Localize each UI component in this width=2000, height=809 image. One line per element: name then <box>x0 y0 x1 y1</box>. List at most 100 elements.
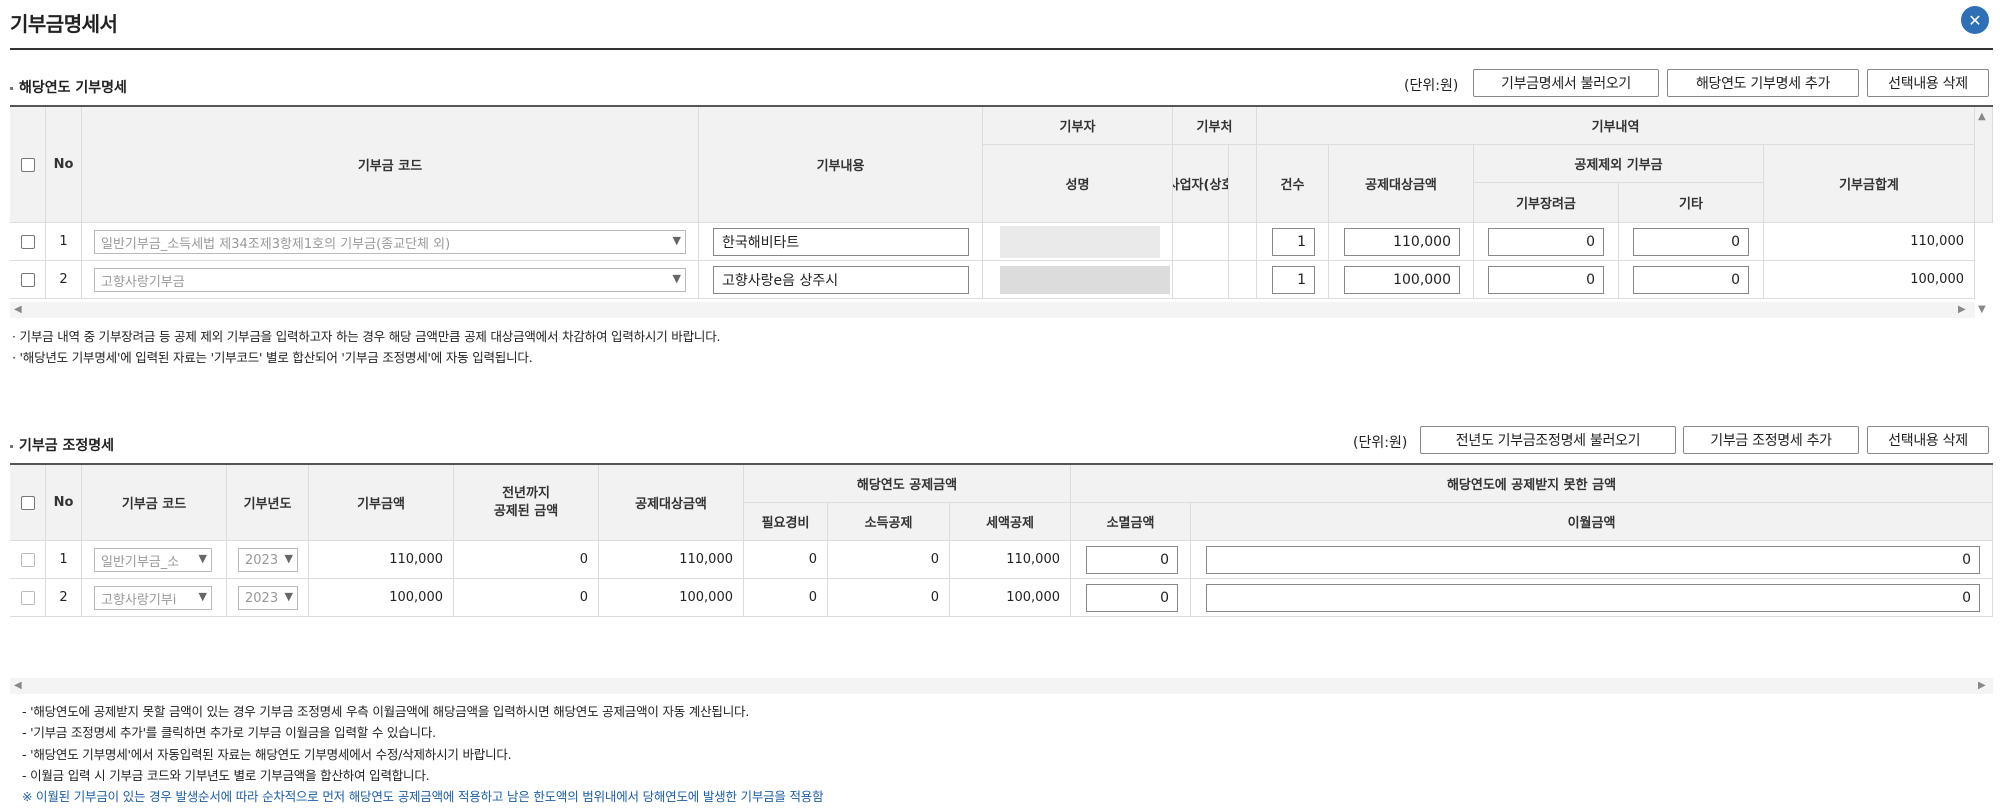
col-scholarship: 기부장려금 <box>1474 183 1619 223</box>
col-content: 기부내용 <box>699 107 983 223</box>
col-code: 기부금 코드 <box>82 465 227 541</box>
row-income: 0 <box>828 579 950 617</box>
scroll-left-icon[interactable]: ◀ <box>14 680 22 691</box>
select-all-checkbox-cell[interactable] <box>10 465 46 541</box>
carry-forward-input[interactable]: 0 <box>1206 546 1980 574</box>
row-no: 2 <box>46 579 82 617</box>
scroll-left-icon[interactable]: ◀ <box>14 304 22 315</box>
delete-selected-button[interactable]: 선택내용 삭제 <box>1867 426 1989 454</box>
other-input[interactable]: 0 <box>1633 266 1749 294</box>
scroll-down-icon[interactable]: ▼ <box>1978 304 1986 315</box>
load-prior-year-adjustment-button[interactable]: 전년도 기부금조정명세 불러오기 <box>1420 426 1676 454</box>
row-no: 2 <box>46 261 82 299</box>
scholarship-input[interactable]: 0 <box>1488 266 1604 294</box>
scroll-gutter <box>1975 107 1993 223</box>
col-not-deducted: 해당연도에 공제받지 못한 금액 <box>1071 465 1993 503</box>
col-other: 기타 <box>1619 183 1764 223</box>
col-carry-forward: 이월금액 <box>1191 503 1993 541</box>
col-year: 기부년도 <box>227 465 309 541</box>
section2-title: 기부금 조정명세 <box>10 435 114 455</box>
col-count: 건수 <box>1257 145 1329 223</box>
scroll-up-icon[interactable]: ▲ <box>1978 111 1986 122</box>
row1-checkbox-cell[interactable] <box>10 541 46 579</box>
row-bizno2-cell <box>1229 223 1257 261</box>
deductible-amount-input[interactable]: 110,000 <box>1344 228 1460 256</box>
donation-year-select[interactable]: 2023 ▼ <box>238 586 298 610</box>
page-title: 기부금명세서 <box>10 12 118 36</box>
row1-checkbox-cell[interactable] <box>10 223 46 261</box>
col-extinct: 소멸금액 <box>1071 503 1191 541</box>
row-prior: 0 <box>454 541 599 579</box>
section1-note: · 기부금 내역 중 기부장려금 등 공제 제외 기부금을 입력하고자 하는 경… <box>12 329 721 344</box>
row-bizno-cell <box>1173 261 1229 299</box>
select-all-checkbox[interactable] <box>20 157 35 172</box>
col-donor: 기부자 <box>983 107 1173 145</box>
donation-content-input[interactable]: 한국해비타트 <box>713 228 969 256</box>
row-amount: 100,000 <box>309 579 454 617</box>
col-total: 기부금합계 <box>1764 145 1975 223</box>
donation-year-select[interactable]: 2023 ▼ <box>238 548 298 572</box>
col-amount: 기부금액 <box>309 465 454 541</box>
col-no: No <box>46 107 82 223</box>
chevron-down-icon: ▼ <box>198 552 207 565</box>
donation-code-select[interactable]: 고향사랑기부i ▼ <box>94 586 212 610</box>
donation-content-input[interactable]: 고향사랑e음 상주시 <box>713 266 969 294</box>
row-checkbox[interactable] <box>20 234 35 249</box>
deductible-amount-input[interactable]: 100,000 <box>1344 266 1460 294</box>
donation-code-select[interactable]: 고향사랑기부금 ▼ <box>94 268 686 292</box>
row-checkbox[interactable] <box>20 552 35 567</box>
row-checkbox[interactable] <box>20 272 35 287</box>
col-current-deduction: 해당연도 공제금액 <box>744 465 1071 503</box>
delete-selected-button[interactable]: 선택내용 삭제 <box>1867 69 1989 97</box>
close-icon[interactable]: ✕ <box>1961 6 1989 34</box>
chevron-down-icon: ▼ <box>284 552 293 565</box>
row-expense: 0 <box>744 541 828 579</box>
col-excluded: 공제제외 기부금 <box>1474 145 1764 183</box>
donation-code-select[interactable]: 일반기부금_소 ▼ <box>94 548 212 572</box>
load-donation-statement-button[interactable]: 기부금명세서 불러오기 <box>1473 69 1659 97</box>
col-prior-deducted: 전년까지 공제된 금액 <box>454 465 599 541</box>
donation-code-select[interactable]: 일반기부금_소득세법 제34조제3항제1호의 기부금(종교단체 외) ▼ <box>94 230 686 254</box>
row-amount: 110,000 <box>309 541 454 579</box>
scroll-right-icon[interactable]: ▶ <box>1958 304 1966 315</box>
section2-unit: (단위:원) <box>1353 435 1408 451</box>
select-all-checkbox-cell[interactable] <box>10 107 46 223</box>
row-checkbox[interactable] <box>20 590 35 605</box>
carryover-rule-note: ※ 이월된 기부금이 있는 경우 발생순서에 따라 순차적으로 먼저 해당연도 … <box>22 789 824 804</box>
row-expense: 0 <box>744 579 828 617</box>
select-all-checkbox[interactable] <box>20 495 35 510</box>
row-no: 1 <box>46 223 82 261</box>
horizontal-scrollbar[interactable] <box>10 678 1993 694</box>
row-no: 1 <box>46 541 82 579</box>
count-input[interactable]: 1 <box>1272 228 1315 256</box>
chevron-down-icon: ▼ <box>284 590 293 603</box>
add-adjustment-button[interactable]: 기부금 조정명세 추가 <box>1683 426 1859 454</box>
section1-note: · '해당년도 기부명세'에 입력된 자료는 '기부코드' 별로 합산되어 '기… <box>12 350 533 365</box>
col-income-deduction: 소득공제 <box>828 503 950 541</box>
col-deductible: 공제대상금액 <box>599 465 744 541</box>
row-bizno2-cell <box>1229 261 1257 299</box>
add-current-year-donation-button[interactable]: 해당연도 기부명세 추가 <box>1667 69 1859 97</box>
scroll-right-icon[interactable]: ▶ <box>1978 680 1986 691</box>
col-recipient: 기부처 <box>1173 107 1257 145</box>
col-code: 기부금 코드 <box>82 107 699 223</box>
row2-checkbox-cell[interactable] <box>10 261 46 299</box>
row-total: 110,000 <box>1764 223 1975 261</box>
horizontal-scrollbar[interactable] <box>10 302 1975 318</box>
count-input[interactable]: 1 <box>1272 266 1315 294</box>
chevron-down-icon: ▼ <box>198 590 207 603</box>
row2-checkbox-cell[interactable] <box>10 579 46 617</box>
scholarship-input[interactable]: 0 <box>1488 228 1604 256</box>
extinct-amount-input[interactable]: 0 <box>1086 584 1178 612</box>
redacted-name <box>1000 266 1170 294</box>
chevron-down-icon: ▼ <box>672 234 681 247</box>
section1-title: 해당연도 기부명세 <box>10 77 127 97</box>
row-tax: 110,000 <box>950 541 1071 579</box>
other-input[interactable]: 0 <box>1633 228 1749 256</box>
section2-note: - '해당연도에 공제받지 못할 금액이 있는 경우 기부금 조정명세 우측 이… <box>22 704 750 719</box>
col-bizno-2 <box>1229 145 1257 223</box>
chevron-down-icon: ▼ <box>672 272 681 285</box>
carry-forward-input[interactable]: 0 <box>1206 584 1980 612</box>
extinct-amount-input[interactable]: 0 <box>1086 546 1178 574</box>
col-details: 기부내역 <box>1257 107 1975 145</box>
